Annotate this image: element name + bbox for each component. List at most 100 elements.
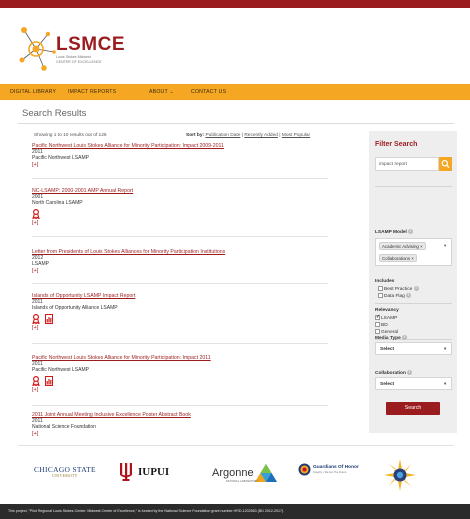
collaboration-label-text: Collaboration [375, 370, 406, 376]
media-type-label-text: Media Type [375, 335, 401, 341]
partner-logos: CHICAGO STATE UNIVERSITY IUPUI Argonne N… [0, 455, 470, 495]
molecule-logo-icon [19, 27, 56, 71]
chip-academic-advising[interactable]: Academic Advising × [379, 242, 426, 250]
bd-label: BD [381, 322, 388, 328]
collaboration-select[interactable]: Select ▾ [375, 377, 452, 390]
chevron-down-icon: ▾ [444, 346, 447, 351]
lsamp-model-label: LSAMP Model i [375, 229, 414, 235]
info-icon[interactable]: i [406, 293, 412, 298]
checkbox-best-practice[interactable] [378, 286, 383, 291]
argonne-subtitle: NATIONAL LABORATORY [226, 480, 259, 483]
expand-toggle[interactable]: [+] [32, 220, 328, 226]
relevancy-lsamp[interactable]: LSAMP [375, 314, 398, 321]
filter-search-button[interactable] [439, 157, 452, 171]
expand-toggle[interactable]: [+] [32, 431, 328, 437]
info-icon[interactable]: i [402, 335, 408, 340]
best-practice-label: Best Practice [384, 286, 413, 292]
title-divider [18, 123, 454, 124]
checkbox-lsamp[interactable] [375, 314, 380, 320]
nav-contact-us[interactable]: CONTACT US [191, 89, 226, 95]
result-badges [32, 209, 328, 220]
result-org: North Carolina LSAMP [32, 200, 83, 207]
filter-heading: Filter Search [375, 141, 418, 148]
result-org: LSAMP [32, 261, 49, 268]
page-title: Search Results [22, 108, 87, 119]
data-chart-icon[interactable] [45, 314, 53, 325]
result-item: Pacific Northwest Louis Stokes Alliance … [32, 143, 328, 168]
result-divider [32, 343, 328, 344]
partners-divider [18, 445, 454, 446]
guardians-of-honor-logo[interactable]: Guardians Of Honor Integrity • We Are Th… [298, 463, 359, 478]
filter-sidebar: Filter Search impact report LSAMP Model … [369, 131, 457, 433]
result-item: NC-LSAMP: 2000-2001 AMP Annual Report 20… [32, 188, 328, 226]
relevancy-bd[interactable]: BD [375, 322, 388, 328]
checkbox-bd[interactable] [375, 322, 380, 327]
best-practice-ribbon-icon [32, 209, 40, 220]
result-item: 2011 Joint Annual Meeting Inclusive Exce… [32, 412, 328, 437]
info-icon[interactable]: i [408, 229, 414, 234]
filter-divider [375, 186, 452, 187]
chip-collaborations[interactable]: Collaborations × [379, 254, 417, 262]
chevron-down-icon: ⌄ [169, 89, 174, 95]
logo-subtitle-2: CENTER OF EXCELLENCE [56, 60, 102, 64]
data-chart-icon[interactable] [45, 376, 53, 387]
result-badges [32, 376, 328, 387]
collaboration-value: Select [380, 381, 395, 387]
guardians-emblem-icon [298, 463, 311, 476]
expand-toggle[interactable]: [+] [32, 325, 328, 331]
sort-recently-added[interactable]: Recently Added [244, 133, 278, 138]
result-divider [32, 405, 328, 406]
search-icon [441, 159, 450, 169]
chicago-state-logo[interactable]: CHICAGO STATE UNIVERSITY [34, 465, 96, 478]
result-org: Pacific Northwest LSAMP [32, 155, 89, 162]
expand-toggle[interactable]: [+] [32, 162, 328, 168]
includes-data-flag[interactable]: Data Flag i [378, 293, 412, 299]
argonne-wordmark: Argonne [212, 467, 254, 479]
logo-subtitle-1: Louis Stokes Midwest [56, 55, 91, 59]
chicago-state-university: UNIVERSITY [52, 474, 78, 478]
nav-digital-library[interactable]: DIGITAL LIBRARY [10, 89, 56, 95]
checkbox-data-flag[interactable] [378, 293, 383, 298]
filter-search-input[interactable]: impact report [375, 157, 439, 171]
iupui-wordmark: IUPUI [138, 466, 170, 478]
sort-most-popular[interactable]: Most Popular [282, 133, 310, 138]
main-nav: DIGITAL LIBRARY IMPACT REPORTS ABOUT ⌄ C… [0, 84, 470, 100]
result-divider [32, 283, 328, 284]
nav-impact-reports[interactable]: IMPACT REPORTS [68, 89, 116, 95]
chevron-down-icon: ▾ [444, 381, 447, 386]
chicago-state-name: CHICAGO STATE [34, 465, 96, 474]
result-divider [32, 236, 328, 237]
media-type-select[interactable]: Select ▾ [375, 342, 452, 355]
site-footer: This project, "Pilot Regional Louis Stok… [0, 504, 470, 519]
media-type-label: Media Type i [375, 335, 408, 341]
chevron-down-icon: ▾ [444, 243, 447, 248]
logo-wordmark: LSMCE Louis Stokes Midwest CENTER OF EXC… [56, 35, 125, 64]
result-divider [32, 178, 328, 179]
info-icon[interactable]: i [407, 370, 413, 375]
result-item: Pacific Northwest Louis Stokes Alliance … [32, 355, 328, 393]
data-flag-label: Data Flag [384, 293, 405, 299]
result-org: National Science Foundation [32, 424, 96, 431]
best-practice-ribbon-icon [32, 314, 40, 325]
iupui-logo[interactable]: IUPUI [118, 461, 169, 485]
result-org: Islands of Opportunity Alliance LSAMP [32, 305, 118, 312]
checkbox-general[interactable] [375, 329, 380, 334]
info-icon[interactable]: i [413, 286, 419, 291]
guardians-wordmark: Guardians Of Honor [313, 465, 359, 470]
lsamp-model-multiselect[interactable]: Academic Advising × Collaborations × ▾ [375, 238, 452, 266]
site-logo[interactable]: LSMCE Louis Stokes Midwest CENTER OF EXC… [18, 22, 138, 78]
sort-controls: Sort by: Publication Date | Recently Add… [186, 133, 310, 138]
lsamp-label: LSAMP [381, 315, 398, 321]
expand-toggle[interactable]: [+] [32, 268, 328, 274]
result-item: Letter from Presidents of Louis Stokes A… [32, 249, 328, 274]
result-item: Islands of Opportunity LSAMP Impact Repo… [32, 293, 328, 331]
sort-publication-date[interactable]: Publication Date [205, 133, 240, 138]
nav-about-label: ABOUT [149, 89, 168, 95]
expand-toggle[interactable]: [+] [32, 387, 328, 393]
filter-submit-button[interactable]: Search [386, 402, 440, 415]
starburst-seal-icon[interactable] [384, 459, 416, 491]
nav-about[interactable]: ABOUT ⌄ [149, 89, 174, 95]
relevancy-general[interactable]: General [375, 329, 398, 335]
includes-best-practice[interactable]: Best Practice i [378, 286, 419, 292]
relevancy-label: Relevancy [375, 308, 399, 313]
